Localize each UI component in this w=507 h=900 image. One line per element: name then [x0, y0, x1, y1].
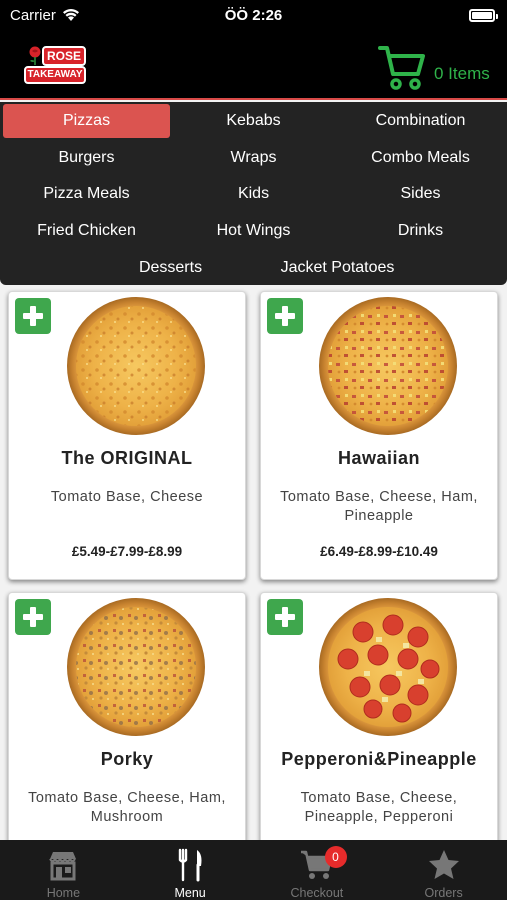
- header-cart-button[interactable]: 0 Items: [378, 44, 490, 90]
- pizza-image: [67, 598, 205, 736]
- category-burgers[interactable]: Burgers: [3, 141, 170, 175]
- pizza-image: [67, 297, 205, 435]
- product-description: Tomato Base, Cheese, Ham, Mushroom: [28, 790, 226, 825]
- star-icon: [428, 850, 459, 879]
- product-description: Tomato Base, Cheese: [50, 489, 204, 505]
- category-wraps[interactable]: Wraps: [170, 141, 337, 175]
- pizza-image: [319, 598, 457, 736]
- pizza-image: [319, 297, 457, 435]
- store-icon: [49, 852, 77, 881]
- add-to-cart-button[interactable]: [267, 298, 303, 334]
- tab-checkout[interactable]: 0 Checkout: [254, 840, 381, 900]
- app-header: ROSE TAKEAWAY 0 Items: [0, 30, 507, 100]
- product-title: Porky: [100, 749, 154, 769]
- category-sides[interactable]: Sides: [337, 177, 504, 211]
- status-bar: Carrier ÖÖ 2:26: [0, 0, 507, 30]
- category-kebabs[interactable]: Kebabs: [170, 104, 337, 138]
- product-title: Pepperoni&Pineapple: [281, 749, 477, 769]
- category-pizzas[interactable]: Pizzas: [3, 104, 170, 138]
- product-title: The ORIGINAL: [61, 448, 193, 468]
- product-description: Tomato Base, Cheese, Ham, Pineapple: [280, 489, 478, 524]
- tab-orders-label: Orders: [424, 886, 463, 900]
- cart-items-count: 0 Items: [434, 64, 490, 83]
- product-card[interactable]: Pepperoni&Pineapple Tomato Base, Cheese,…: [260, 592, 498, 852]
- wifi-icon: [62, 9, 79, 21]
- product-price: £6.49-£8.99-£10.49: [320, 544, 438, 559]
- cart-icon: [378, 46, 425, 90]
- category-pizza-meals[interactable]: Pizza Meals: [3, 177, 170, 211]
- logo-text-takeaway: TAKEAWAY: [24, 66, 86, 84]
- bottom-tab-bar: Home Menu 0 Checkout Orders: [0, 840, 507, 900]
- product-title: Hawaiian: [337, 448, 421, 468]
- product-card[interactable]: Hawaiian Tomato Base, Cheese, Ham, Pinea…: [260, 291, 498, 580]
- checkout-badge: 0: [324, 846, 347, 868]
- category-fried-chicken[interactable]: Fried Chicken: [3, 214, 170, 248]
- category-combo-meals[interactable]: Combo Meals: [337, 141, 504, 175]
- category-menu: Pizzas Kebabs Combination Burgers Wraps …: [0, 102, 507, 285]
- tab-menu[interactable]: Menu: [127, 840, 254, 900]
- product-card[interactable]: Porky Tomato Base, Cheese, Ham, Mushroom: [8, 592, 246, 852]
- category-drinks[interactable]: Drinks: [337, 214, 504, 248]
- battery-icon: [469, 8, 498, 22]
- rose-takeaway-logo[interactable]: ROSE TAKEAWAY: [24, 46, 86, 88]
- category-kids[interactable]: Kids: [170, 177, 337, 211]
- add-to-cart-button[interactable]: [15, 599, 51, 635]
- add-to-cart-button[interactable]: [15, 298, 51, 334]
- add-to-cart-button[interactable]: [267, 599, 303, 635]
- product-description: Tomato Base, Cheese, Pineapple, Pepperon…: [300, 790, 458, 825]
- product-card[interactable]: The ORIGINAL Tomato Base, Cheese £5.49-£…: [8, 291, 246, 580]
- category-combination[interactable]: Combination: [337, 104, 504, 138]
- category-jacket-potatoes[interactable]: Jacket Potatoes: [254, 251, 421, 285]
- logo-text-rose: ROSE: [42, 46, 86, 66]
- category-desserts[interactable]: Desserts: [87, 251, 254, 285]
- tab-menu-label: Menu: [174, 886, 206, 900]
- tab-orders[interactable]: Orders: [380, 840, 507, 900]
- tab-home-label: Home: [46, 886, 81, 900]
- category-hot-wings[interactable]: Hot Wings: [170, 214, 337, 248]
- tab-checkout-label: Checkout: [290, 886, 344, 900]
- carrier-label: Carrier: [10, 6, 56, 24]
- product-price: £5.49-£7.99-£8.99: [71, 544, 183, 559]
- tab-home[interactable]: Home: [0, 840, 127, 900]
- fork-knife-icon: [178, 848, 202, 882]
